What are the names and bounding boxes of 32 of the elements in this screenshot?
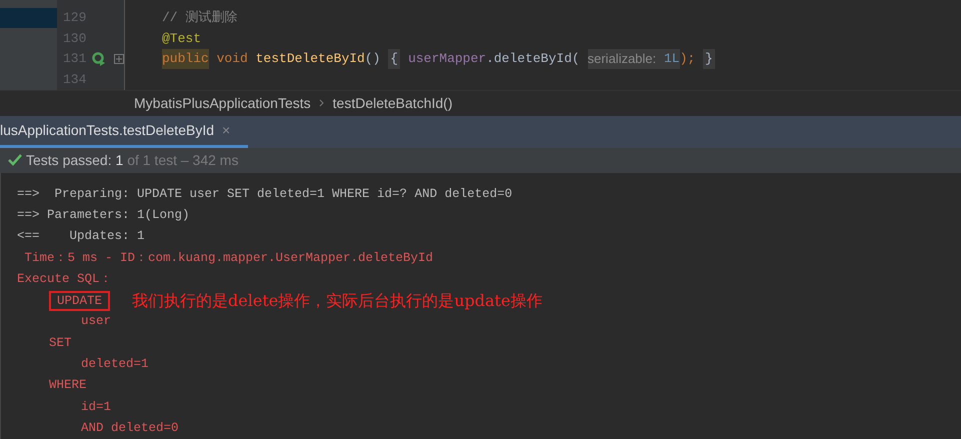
code-token: testDeleteById — [256, 50, 365, 68]
console-line: Time：5 ms - ID：com.kuang.mapper.UserMapper.deleteById — [24, 250, 434, 267]
code-token: ); — [680, 50, 696, 68]
console-line: user — [81, 313, 112, 330]
console-line: <== Updates: 1 — [17, 228, 145, 246]
breadcrumb-item[interactable]: MybatisPlusApplicationTests — [134, 92, 311, 114]
code-token: .deleteById( — [486, 50, 581, 68]
code-token: 1L — [656, 49, 680, 69]
code-token: public — [162, 49, 209, 69]
console-line: ==> Parameters: 1(Long) — [17, 207, 190, 224]
console-line: deleted=1 — [81, 356, 149, 374]
console-line: AND deleted=0 — [81, 420, 179, 437]
code-token: @Test — [162, 30, 202, 48]
console-line: ==> Preparing: UPDATE user SET deleted=1 WHERE id=? AND deleted=0 — [17, 186, 512, 203]
breadcrumb-item[interactable]: testDeleteBatchId() — [332, 92, 452, 114]
annotation-text: 我们执行的是delete操作，实际后台执行的是update操作 — [132, 290, 542, 312]
code-token: { — [388, 49, 400, 69]
code-token: } — [702, 49, 715, 69]
code-token: userMapper — [408, 50, 486, 68]
code-token: () — [364, 50, 382, 68]
console-line: Execute SQL： — [17, 270, 113, 288]
check-icon — [8, 154, 22, 166]
parameter-hint: serializable: — [588, 49, 656, 69]
console-line: id=1 — [81, 398, 112, 416]
code-token: void — [216, 50, 249, 68]
chevron-icon — [318, 99, 325, 108]
run-icon[interactable] — [92, 52, 106, 66]
console-line: SET — [49, 334, 72, 352]
status-text: Tests passed: 1 of 1 test – 342 ms — [26, 150, 238, 170]
console-line: WHERE — [49, 377, 87, 394]
code-token: // 测试删除 — [162, 9, 238, 28]
fold-icon[interactable] — [114, 54, 124, 64]
